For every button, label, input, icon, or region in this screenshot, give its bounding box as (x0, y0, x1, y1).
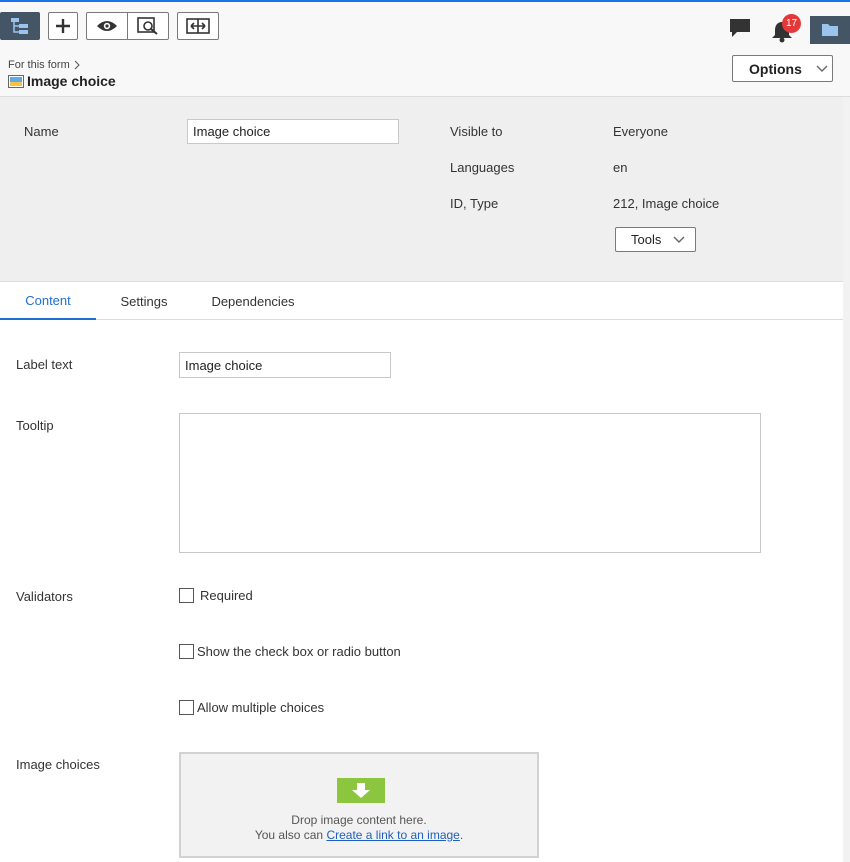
drop-instruction: Drop image content here. (291, 813, 427, 827)
tab-bar: Content Settings Dependencies (0, 282, 843, 320)
drop-link-line: You also can Create a link to an image. (181, 828, 537, 842)
compare-button[interactable] (177, 12, 219, 40)
id-type-value: 212, Image choice (613, 196, 720, 211)
drop-also-prefix: You also can (254, 828, 324, 842)
page-header: For this form Image choice Options (0, 50, 850, 97)
tools-button[interactable]: Tools (615, 227, 696, 252)
name-label: Name (24, 124, 59, 139)
visible-to-value[interactable]: Everyone (613, 124, 668, 139)
view-on-website-button[interactable] (87, 13, 127, 39)
chevron-right-icon (74, 60, 80, 70)
plus-icon (56, 19, 70, 33)
required-checkbox[interactable] (179, 588, 194, 603)
create-link-to-image-link[interactable]: Create a link to an image (326, 828, 459, 842)
label-text-label: Label text (16, 357, 73, 372)
assets-button[interactable] (810, 16, 850, 44)
tab-dependencies[interactable]: Dependencies (200, 282, 306, 320)
required-row: Required (179, 588, 253, 603)
title-row: Image choice (8, 73, 116, 89)
chevron-down-icon (673, 236, 685, 243)
page-title: Image choice (27, 73, 116, 89)
allow-multiple-label: Allow multiple choices (197, 700, 325, 715)
tooltip-label: Tooltip (16, 418, 54, 433)
chevron-down-icon (816, 65, 828, 72)
chat-icon[interactable] (729, 18, 751, 38)
tab-content[interactable]: Content (0, 282, 96, 320)
tab-settings[interactable]: Settings (104, 282, 184, 320)
toolbar: 17 (0, 2, 850, 50)
tools-label: Tools (631, 232, 662, 247)
page-tree-button[interactable] (0, 12, 40, 40)
breadcrumb[interactable]: For this form (8, 59, 80, 71)
block-info-panel: Name Visible to Everyone Languages en ID… (0, 97, 843, 282)
options-label: Options (749, 60, 802, 77)
languages-label: Languages (450, 160, 515, 175)
allow-multiple-checkbox[interactable] (179, 700, 194, 715)
add-button[interactable] (48, 12, 78, 40)
label-text-input[interactable] (179, 352, 391, 378)
required-label: Required (200, 588, 253, 603)
show-checkbox-label: Show the check box or radio button (197, 644, 401, 659)
folder-icon (822, 24, 838, 36)
languages-value[interactable]: en (613, 160, 627, 175)
image-block-icon (8, 74, 24, 88)
page-tree-icon (11, 18, 28, 34)
view-button-group (86, 12, 169, 40)
scrollbar[interactable] (843, 97, 850, 862)
drop-suffix: . (459, 828, 464, 842)
id-type-label: ID, Type (450, 196, 499, 211)
eye-icon (97, 21, 117, 31)
compare-icon (186, 18, 210, 34)
allow-multiple-row: Allow multiple choices (179, 700, 324, 715)
options-button[interactable]: Options (732, 55, 833, 82)
validators-label: Validators (16, 589, 73, 604)
breadcrumb-label: For this form (8, 59, 70, 71)
name-input[interactable] (187, 119, 399, 144)
show-checkbox-row: Show the check box or radio button (179, 644, 401, 659)
tooltip-textarea[interactable] (179, 413, 761, 553)
show-checkbox-checkbox[interactable] (179, 644, 194, 659)
notifications-button[interactable]: 17 (771, 14, 801, 44)
preview-icon (136, 17, 158, 35)
download-arrow-icon (337, 778, 385, 803)
notification-badge: 17 (782, 14, 801, 33)
visible-to-label: Visible to (450, 124, 503, 139)
image-dropzone[interactable]: Drop image content here. You also can Cr… (179, 752, 539, 858)
image-choices-label: Image choices (16, 757, 100, 772)
preview-button[interactable] (127, 13, 167, 39)
